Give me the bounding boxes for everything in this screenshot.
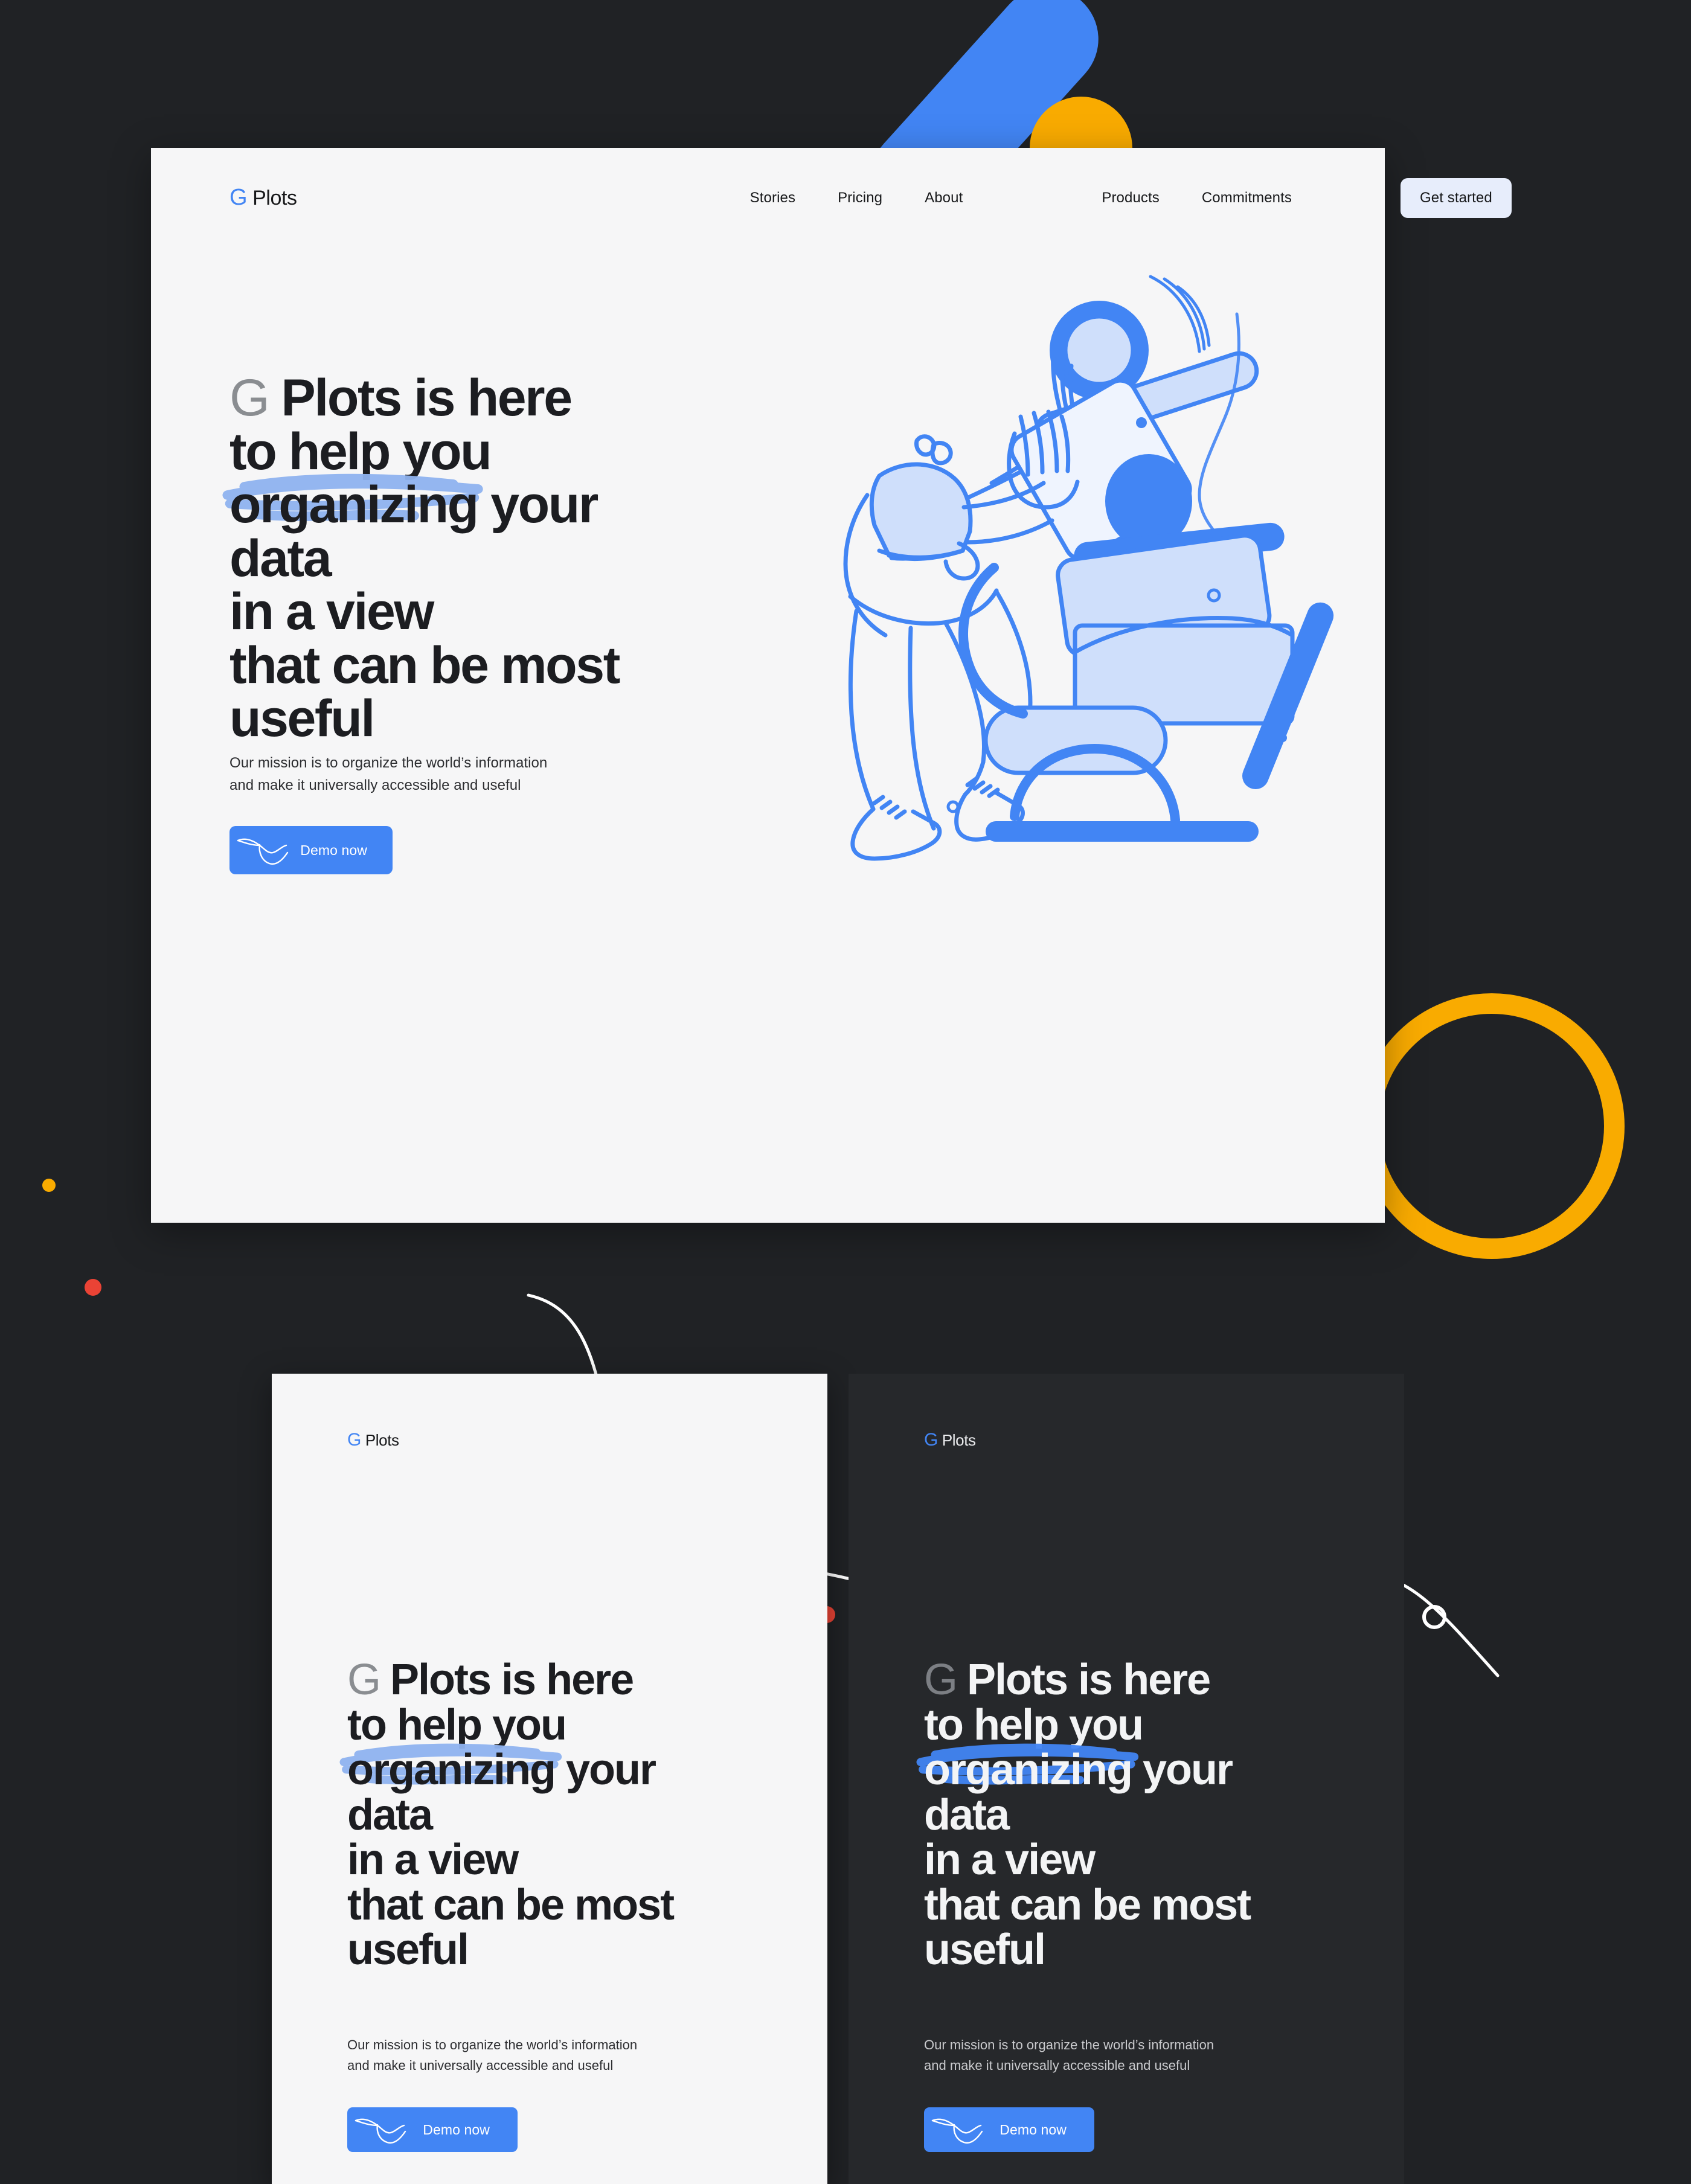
- nav-link-pricing[interactable]: Pricing: [838, 190, 882, 207]
- brand-name-label: Plots: [942, 1431, 976, 1449]
- nav-group-primary: Stories Pricing About: [750, 190, 963, 207]
- brand-name-label: Plots: [365, 1431, 399, 1449]
- squiggle-line-icon: [931, 2118, 983, 2144]
- google-g-icon: G: [229, 184, 248, 210]
- headline-highlighted-word: organizing: [924, 1746, 1133, 1795]
- squiggle-line-icon: [237, 838, 289, 865]
- headline-line-1-text: Plots is here: [956, 1656, 1211, 1704]
- card-subtitle-light: Our mission is to organize the world’s i…: [347, 2035, 758, 2076]
- page-title: G Plots is here to help you organizing y…: [339, 1657, 675, 1974]
- headline-line-6: that can be most: [229, 636, 620, 694]
- card-logo-brand-light[interactable]: G Plots: [347, 1431, 399, 1450]
- card-subtitle-line-1: Our mission is to organize the world’s i…: [924, 2037, 1215, 2052]
- headline-line-2: to help you: [924, 1700, 1144, 1749]
- headline-line-5: in a view: [347, 1836, 519, 1885]
- highlighted-word-wrapper: organizing: [222, 473, 483, 534]
- hero-subtitle: Our mission is to organize the world’s i…: [229, 752, 652, 796]
- card-headline-dark: G Plots is here to help you organizing y…: [916, 1657, 1251, 1974]
- demo-now-button-label: Demo now: [1000, 2121, 1067, 2138]
- headline-line-4: data: [924, 1790, 1010, 1839]
- nav-link-about[interactable]: About: [925, 190, 963, 207]
- person-stacking-blocks-illustration: [843, 275, 1334, 861]
- headline-line-3: organizing your: [339, 1743, 673, 1795]
- headline-line-3-rest: your: [554, 1746, 656, 1795]
- small-yellow-dot-decoration: [42, 1179, 56, 1192]
- demo-now-button-label: Demo now: [423, 2121, 490, 2138]
- highlighted-word-wrapper: organizing: [339, 1743, 562, 1795]
- demo-now-button-dark-card[interactable]: Demo now: [924, 2107, 1094, 2152]
- headline-line-2: to help you: [347, 1700, 567, 1749]
- small-red-dot-decoration: [85, 1279, 101, 1296]
- hero-panel: G Plots Stories Pricing About Products C…: [151, 148, 1512, 1223]
- page-canvas: G Plots Stories Pricing About Products C…: [0, 0, 1691, 2184]
- headline-highlighted-word: organizing: [347, 1746, 556, 1795]
- nav-group-secondary: Products Commitments: [1102, 190, 1292, 207]
- headline-highlighted-word: organizing: [229, 476, 479, 534]
- nav-link-products[interactable]: Products: [1102, 190, 1160, 207]
- headline-line-3-rest: your: [477, 476, 598, 534]
- headline-line-6: that can be most: [347, 1880, 675, 1929]
- hero-subtitle-line-2: and make it universally accessible and u…: [229, 777, 521, 794]
- dark-variant-card: G Plots G Plots is here to help you orga…: [849, 1374, 1404, 2184]
- demo-now-button-light-card[interactable]: Demo now: [347, 2107, 518, 2152]
- headline-line-5: in a view: [229, 583, 434, 641]
- card-logo-brand-dark[interactable]: G Plots: [924, 1431, 976, 1450]
- card-subtitle-line-2: and make it universally accessible and u…: [924, 2058, 1190, 2074]
- yellow-ring-decoration: [1359, 993, 1625, 1259]
- squiggle-line-icon: [355, 2118, 406, 2144]
- headline-line-1: G Plots is here: [229, 371, 773, 425]
- google-g-icon: G: [347, 1430, 361, 1450]
- headline-line-1: G Plots is here: [924, 1657, 1250, 1703]
- headline-line-6: that can be most: [924, 1880, 1251, 1929]
- headline-line-3-rest: your: [1131, 1746, 1233, 1795]
- logo-brand[interactable]: G Plots: [229, 186, 297, 210]
- headline-line-1: G Plots is here: [347, 1657, 673, 1703]
- page-title: G Plots is here to help you organizing y…: [916, 1657, 1251, 1974]
- headline-line-3: organizing your: [222, 473, 773, 534]
- headline-line-7: useful: [924, 1926, 1046, 1974]
- headline-line-4: data: [347, 1790, 433, 1839]
- headline-line-1-text: Plots is here: [268, 369, 573, 427]
- google-g-mark-icon: G: [924, 1656, 958, 1704]
- headline-line-2: to help you: [229, 422, 492, 481]
- google-g-mark-icon: G: [229, 369, 270, 427]
- nav-link-commitments[interactable]: Commitments: [1202, 190, 1292, 207]
- light-variant-card: G Plots G Plots is here to help you orga…: [272, 1374, 827, 2184]
- demo-now-button-label: Demo now: [300, 842, 367, 858]
- card-headline-light: G Plots is here to help you organizing y…: [339, 1657, 675, 1974]
- headline-line-5: in a view: [924, 1836, 1096, 1885]
- headline-line-3: organizing your: [916, 1743, 1250, 1795]
- nav-link-stories[interactable]: Stories: [750, 190, 795, 207]
- get-started-button[interactable]: Get started: [1400, 178, 1512, 218]
- card-subtitle-dark: Our mission is to organize the world’s i…: [924, 2035, 1335, 2076]
- google-g-mark-icon: G: [347, 1656, 381, 1704]
- headline-line-7: useful: [229, 690, 375, 748]
- headline-line-1-text: Plots is here: [379, 1656, 634, 1704]
- headline-line-4: data: [229, 529, 332, 588]
- brand-name-label: Plots: [252, 186, 297, 210]
- headline-line-7: useful: [347, 1926, 469, 1974]
- page-title: G Plots is here to help you organizing y…: [222, 371, 773, 748]
- card-subtitle-line-2: and make it universally accessible and u…: [347, 2058, 614, 2074]
- hero-subtitle-line-1: Our mission is to organize the world’s i…: [229, 755, 548, 771]
- google-g-icon: G: [924, 1430, 938, 1450]
- demo-now-button[interactable]: Demo now: [229, 826, 393, 874]
- top-navigation-bar: G Plots Stories Pricing About Products C…: [151, 148, 1512, 248]
- highlighted-word-wrapper: organizing: [916, 1743, 1139, 1795]
- hero-headline-block: G Plots is here to help you organizing y…: [222, 371, 773, 748]
- card-subtitle-line-1: Our mission is to organize the world’s i…: [347, 2037, 638, 2052]
